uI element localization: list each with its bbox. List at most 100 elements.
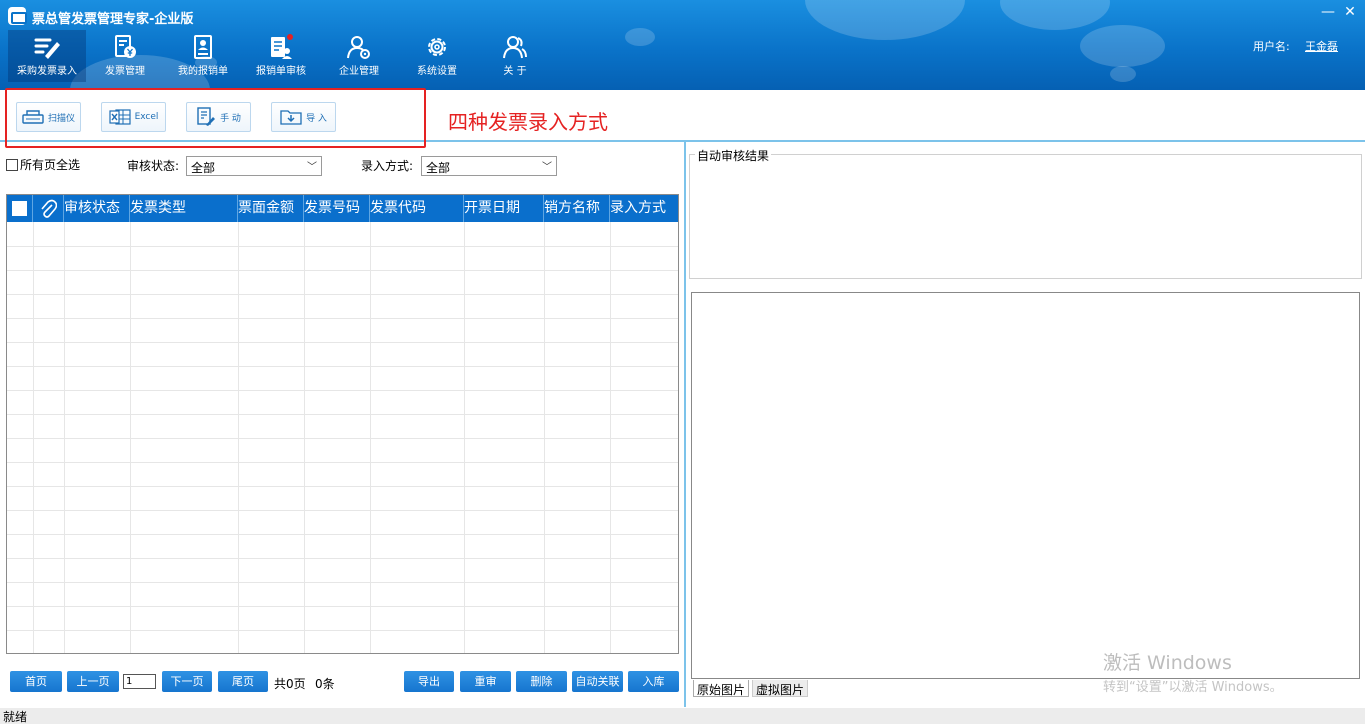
- header-select-cell[interactable]: [7, 195, 33, 222]
- excel-button[interactable]: Excel: [101, 102, 166, 132]
- panel-divider[interactable]: [684, 142, 686, 707]
- gear-icon: [428, 38, 446, 56]
- recheck-button[interactable]: 重审: [460, 671, 511, 692]
- minimize-button[interactable]: —: [1318, 4, 1338, 20]
- entry-method-value: 全部: [426, 161, 451, 175]
- manual-entry-button[interactable]: 手 动: [186, 102, 251, 132]
- excel-label: Excel: [134, 112, 159, 122]
- app-title: 票总管发票管理专家-企业版: [32, 12, 194, 27]
- table-row: [7, 438, 678, 439]
- attachment-col: [33, 195, 64, 222]
- table-row: [7, 606, 678, 607]
- nav-label: 采购发票录入: [17, 66, 77, 77]
- table-row: [7, 366, 678, 367]
- username-link[interactable]: 王金磊: [1305, 38, 1338, 54]
- table-row: [7, 510, 678, 511]
- nav-enterprise-management[interactable]: 企业管理: [320, 30, 398, 82]
- invoice-image-viewer[interactable]: [691, 292, 1360, 679]
- col-issue-date[interactable]: 开票日期: [464, 195, 544, 222]
- nav-label: 企业管理: [339, 66, 379, 77]
- table-row: [7, 630, 678, 631]
- manual-entry-label: 手 动: [220, 113, 241, 124]
- next-page-button[interactable]: 下一页: [162, 671, 212, 692]
- col-invoice-type[interactable]: 发票类型: [130, 195, 238, 222]
- decor-bubble: [1000, 0, 1110, 30]
- select-all-pages-checkbox[interactable]: 所有页全选: [6, 156, 80, 173]
- nav-my-expense-report[interactable]: 我的报销单: [164, 30, 242, 82]
- table-row: [7, 390, 678, 391]
- table-row: [7, 462, 678, 463]
- entry-methods-annotation: 四种发票录入方式: [448, 110, 608, 134]
- activate-windows-watermark: 激活 Windows: [1103, 652, 1232, 674]
- total-items: 0条: [315, 677, 335, 691]
- store-button[interactable]: 入库: [628, 671, 679, 692]
- close-button[interactable]: ✕: [1340, 4, 1360, 20]
- col-invoice-code[interactable]: 发票代码: [370, 195, 464, 222]
- username-label: 用户名:: [1253, 40, 1290, 53]
- table-row: [7, 294, 678, 295]
- col-entry-method[interactable]: 录入方式: [610, 195, 678, 222]
- table-row: [7, 342, 678, 343]
- audit-status-label: 审核状态:: [127, 159, 180, 173]
- col-invoice-number[interactable]: 发票号码: [304, 195, 370, 222]
- scanner-icon: [22, 110, 44, 124]
- chevron-down-icon: ﹀: [307, 162, 317, 173]
- table-header: 审核状态 发票类型 票面金额 发票号码 发票代码 开票日期 销方名称 录入方式: [7, 195, 678, 222]
- import-button[interactable]: 导 入: [271, 102, 336, 132]
- scanner-button[interactable]: 扫描仪: [16, 102, 81, 132]
- decor-bubble: [625, 28, 655, 46]
- invoice-yen-icon: [115, 35, 136, 58]
- first-page-button[interactable]: 首页: [10, 671, 62, 692]
- chevron-down-icon: ﹀: [542, 162, 552, 173]
- table-row: [7, 270, 678, 271]
- scanner-label: 扫描仪: [47, 113, 75, 124]
- nav-label: 关 于: [503, 66, 527, 77]
- auto-audit-result-group: [689, 154, 1362, 279]
- table-row: [7, 414, 678, 415]
- user-gear-icon: [347, 36, 370, 59]
- last-page-button[interactable]: 尾页: [218, 671, 268, 692]
- col-amount[interactable]: 票面金额: [238, 195, 304, 222]
- auto-link-button[interactable]: 自动关联: [572, 671, 623, 692]
- delete-button[interactable]: 删除: [516, 671, 567, 692]
- decor-bubble: [1080, 25, 1165, 67]
- report-person-icon: [194, 35, 212, 59]
- select-all-label: 所有页全选: [20, 158, 81, 172]
- excel-icon: [108, 109, 131, 125]
- export-button[interactable]: 导出: [404, 671, 454, 692]
- pen-edit-icon: [34, 38, 60, 59]
- activate-windows-hint: 转到“设置”以激活 Windows。: [1103, 680, 1283, 695]
- table-row: [7, 486, 678, 487]
- auto-audit-result-title: 自动审核结果: [695, 147, 772, 164]
- audit-status-select[interactable]: 全部 ﹀: [186, 156, 322, 176]
- checkbox-box[interactable]: [6, 158, 18, 171]
- nav-label: 发票管理: [105, 66, 145, 77]
- col-audit-status[interactable]: 审核状态: [64, 195, 130, 222]
- invoice-table[interactable]: 审核状态 发票类型 票面金额 发票号码 发票代码 开票日期 销方名称 录入方式: [6, 194, 679, 654]
- nav-expense-audit[interactable]: 报销单审核: [242, 30, 320, 82]
- users-icon: [503, 36, 527, 59]
- status-bar: 就绪: [0, 708, 1365, 724]
- prev-page-button[interactable]: 上一页: [67, 671, 119, 692]
- nav-invoice-management[interactable]: 发票管理: [86, 30, 164, 82]
- entry-method-label: 录入方式:: [361, 159, 414, 173]
- tab-virtual-image[interactable]: 虚拟图片: [752, 680, 809, 697]
- col-seller-name[interactable]: 销方名称: [544, 195, 610, 222]
- nav-about[interactable]: 关 于: [476, 30, 554, 82]
- page-number-input[interactable]: 1: [123, 674, 156, 689]
- status-text: 就绪: [3, 710, 28, 724]
- table-row: [7, 582, 678, 583]
- table-row: [7, 558, 678, 559]
- decor-bubble: [1110, 66, 1136, 82]
- nav-label: 系统设置: [417, 66, 457, 77]
- entry-method-select[interactable]: 全部 ﹀: [421, 156, 557, 176]
- total-pages: 共0页: [274, 677, 306, 691]
- nav-system-settings[interactable]: 系统设置: [398, 30, 476, 82]
- nav-purchase-invoice-entry[interactable]: 采购发票录入: [8, 30, 86, 82]
- header-checkbox[interactable]: [12, 201, 27, 216]
- nav-label: 报销单审核: [256, 66, 306, 77]
- decor-bubble: [805, 0, 965, 40]
- tab-original-image[interactable]: 原始图片: [693, 680, 750, 697]
- table-row: [7, 318, 678, 319]
- manual-edit-icon: [197, 107, 216, 126]
